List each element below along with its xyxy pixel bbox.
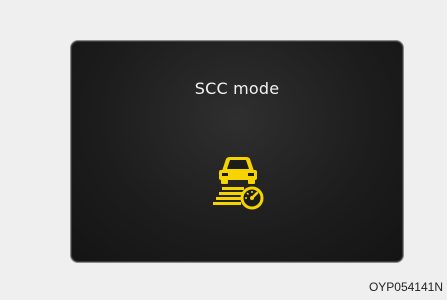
mode-title: SCC mode xyxy=(194,79,280,98)
scc-mode-icon xyxy=(213,157,264,210)
instrument-cluster-display: SCC mode xyxy=(70,40,404,263)
image-reference-code: OYP054141N xyxy=(368,280,443,294)
